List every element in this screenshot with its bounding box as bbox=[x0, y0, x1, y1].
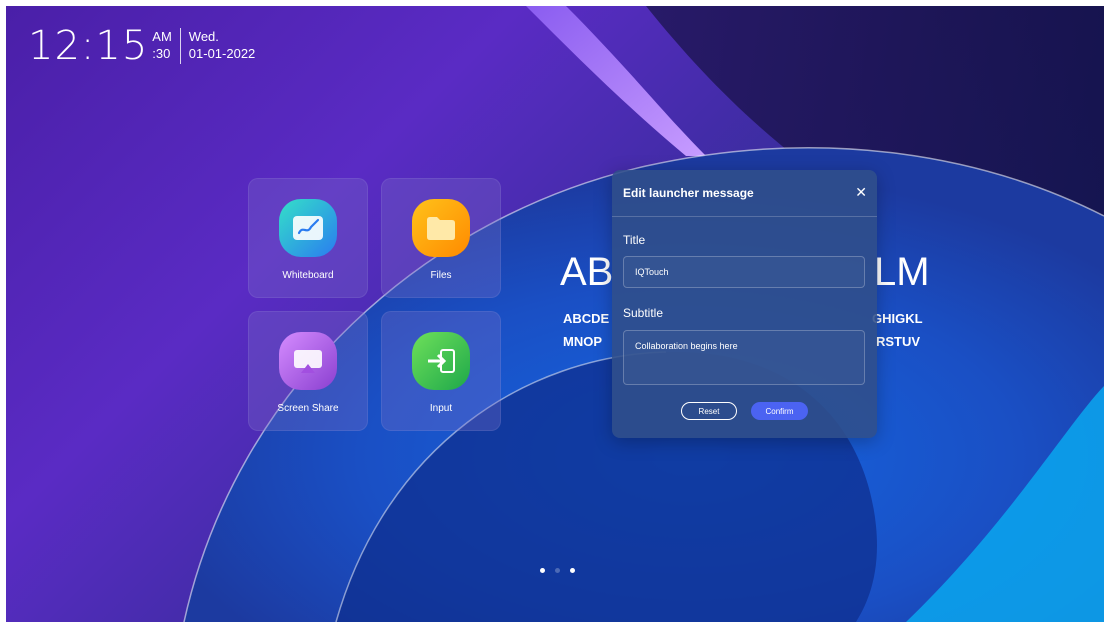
clock-divider bbox=[179, 28, 181, 64]
app-tile-whiteboard[interactable]: Whiteboard bbox=[248, 178, 368, 298]
app-label: Whiteboard bbox=[282, 270, 334, 281]
launcher-line2-left: MNOP bbox=[563, 334, 602, 349]
clock-date: 01-01-2022 bbox=[188, 46, 256, 61]
subtitle-textarea[interactable]: Collaboration begins here bbox=[623, 330, 865, 385]
app-tile-files[interactable]: Files bbox=[381, 178, 501, 298]
clock-widget: 12:15 AM :30 Wed. 01-01-2022 bbox=[28, 24, 255, 68]
launcher-line1-left: ABCDE bbox=[563, 311, 610, 326]
app-label: Screen Share bbox=[277, 403, 339, 414]
launcher-line1-right: GHIGKL bbox=[872, 311, 923, 326]
app-tile-input[interactable]: Input bbox=[381, 311, 501, 431]
title-label: Title bbox=[623, 233, 646, 247]
page-dot-active[interactable] bbox=[555, 568, 560, 573]
page-dot[interactable] bbox=[570, 568, 575, 573]
dialog-header: Edit launcher message ✕ bbox=[612, 170, 877, 217]
folder-icon bbox=[412, 199, 470, 257]
clock-time: 12:15 bbox=[28, 23, 149, 69]
clock-weekday: Wed. bbox=[188, 29, 219, 44]
app-label: Files bbox=[430, 270, 452, 281]
launcher-title-left: AB bbox=[560, 250, 614, 294]
launcher-line2-right: RSTUV bbox=[876, 334, 921, 349]
page-indicator bbox=[540, 568, 575, 573]
clock-ampm: AM bbox=[152, 29, 172, 44]
edit-launcher-dialog: Edit launcher message ✕ Title IQTouch Su… bbox=[612, 170, 877, 438]
desktop-screen: 12:15 AM :30 Wed. 01-01-2022 Whiteboard … bbox=[6, 6, 1104, 622]
whiteboard-icon bbox=[279, 199, 337, 257]
app-label: Input bbox=[429, 403, 453, 414]
dialog-title: Edit launcher message bbox=[623, 186, 754, 200]
subtitle-label: Subtitle bbox=[623, 306, 664, 320]
title-input[interactable]: IQTouch bbox=[623, 256, 865, 288]
confirm-button[interactable]: Confirm bbox=[751, 402, 808, 420]
input-icon bbox=[412, 332, 470, 390]
clock-seconds: :30 bbox=[152, 46, 171, 61]
screen-share-icon bbox=[279, 332, 337, 390]
app-tile-screen-share[interactable]: Screen Share bbox=[248, 311, 368, 431]
launcher-title-right: LM bbox=[874, 250, 930, 294]
reset-button[interactable]: Reset bbox=[681, 402, 737, 420]
close-icon[interactable]: ✕ bbox=[855, 184, 867, 201]
page-dot[interactable] bbox=[540, 568, 545, 573]
wallpaper bbox=[183, 6, 1104, 622]
